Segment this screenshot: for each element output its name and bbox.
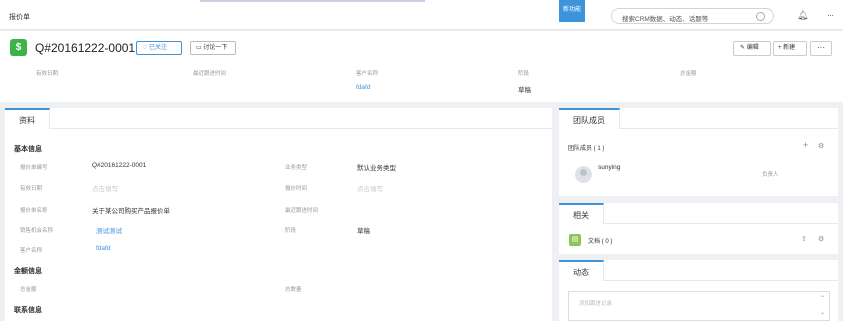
header-field-total-amount: 总金额 [680,69,697,84]
header-field-stage: 阶段 草稿 [518,69,531,94]
global-search-input[interactable]: 搜索CRM数据、动态、话题等 [611,8,774,24]
activity-tabbar: 动态 [559,260,838,281]
activity-panel: 动态 添加跟进记录 ⌃ ⌄ [559,260,838,321]
scroll-up-icon[interactable]: ⌃ [820,295,825,302]
new-button[interactable]: + 新建 [773,41,807,56]
section-amount-info: 金额信息 [14,268,42,275]
discuss-label: 讨论一下 [203,45,228,51]
header-field-customer: 客户名称 fdafd [356,69,378,91]
field-label: 总金额 [20,287,37,293]
upload-icon[interactable]: ⇧ [801,235,807,243]
field-label: 客户名称 [20,248,43,254]
edit-label: 编辑 [746,45,759,51]
related-panel: 相关 ▤ 文档 ( 0 ) ⇧ ⚙ [559,203,838,254]
team-settings-icon[interactable]: ⚙ [818,142,824,150]
header-field-last-followup: 最近跟进时间 [193,69,226,84]
documents-label[interactable]: 文档 ( 0 ) [588,236,612,245]
followup-textarea[interactable]: 添加跟进记录 ⌃ ⌄ [568,291,830,321]
field-label: 最近跟进时间 [285,208,319,214]
team-tabbar: 团队成员 [559,108,838,129]
follow-button[interactable]: ♡ 已关注 [136,41,182,55]
customer-link[interactable]: fdafd [356,84,378,91]
section-basic-info: 基本信息 [14,146,42,153]
business-type-value[interactable]: 默认业务类型 [357,162,396,172]
header-field-valid-date: 有效日期 [36,69,58,84]
member-role: 负责人 [762,172,779,178]
field-label: 阶段 [518,71,530,77]
field-label: 报价单名称 [20,208,48,214]
follow-label: 已关注 [149,45,168,51]
team-panel: 团队成员 团队成员 ( 1 ) + ⚙ sunying 负责人 [559,108,838,196]
field-label: 客户名称 [356,71,379,77]
quote-icon: $ [10,39,27,56]
field-label: 报价单编号 [20,165,48,171]
detail-panel: 资料 基本信息 报价单编号 Q#20161222-0001 业务类型 默认业务类… [5,108,552,321]
page-title: Q#20161222-0001 [35,41,136,55]
field-label: 总数量 [285,287,302,293]
followup-placeholder: 添加跟进记录 [579,301,613,307]
record-header: $ Q#20161222-0001 ♡ 已关注 ▭ 讨论一下 ✎ 编辑 + 新建… [0,31,843,102]
bell-icon[interactable]: 🔔︎ [797,10,808,21]
discuss-button[interactable]: ▭ 讨论一下 [190,41,236,55]
field-label: 最近跟进时间 [193,71,227,77]
customer-name-link[interactable]: fdafd [96,245,110,252]
opportunity-link[interactable]: 测试测试 [96,225,122,235]
field-label: 有效日期 [20,186,43,192]
more-actions-button[interactable]: ··· [810,41,832,56]
top-bar: 报价单 新功能 搜索CRM数据、动态、话题等 🔔︎ ··· [0,0,843,30]
field-label: 报价时间 [285,186,308,192]
section-contact-info: 联系信息 [14,307,42,314]
add-member-icon[interactable]: + [803,140,808,150]
related-tabbar: 相关 [559,203,838,224]
tab-activity[interactable]: 动态 [559,260,604,281]
field-label: 销售机会名称 [20,228,54,234]
breadcrumb[interactable]: 报价单 [9,12,30,22]
new-feature-badge[interactable]: 新功能 [559,0,585,22]
field-label: 阶段 [285,228,297,234]
field-label: 有效日期 [36,71,59,77]
more-icon[interactable]: ··· [827,10,834,20]
tab-info[interactable]: 资料 [5,108,50,129]
quote-number-value: Q#20161222-0001 [92,162,147,169]
document-icon: ▤ [569,234,581,246]
scroll-down-icon[interactable]: ⌄ [820,309,825,316]
search-icon[interactable] [756,12,765,21]
tab-related[interactable]: 相关 [559,203,604,224]
stage-value: 草稿 [357,228,370,235]
team-count: 团队成员 ( 1 ) [568,146,605,152]
tab-team[interactable]: 团队成员 [559,108,620,129]
quote-name-value[interactable]: 关于某公司购买产品报价单 [92,205,170,215]
loading-strip [200,0,425,2]
member-name[interactable]: sunying [598,164,620,171]
search-placeholder: 搜索CRM数据、动态、话题等 [622,16,709,23]
quote-time-input[interactable]: 点击填写 [357,183,383,193]
edit-button[interactable]: ✎ 编辑 [733,41,771,56]
valid-date-input[interactable]: 点击填写 [92,183,118,193]
new-label: 新建 [783,45,796,51]
avatar [575,166,592,183]
field-label: 总金额 [680,71,697,77]
related-settings-icon[interactable]: ⚙ [818,235,824,243]
detail-tabbar: 资料 [5,108,552,129]
field-label: 业务类型 [285,165,308,171]
field-value: 草稿 [518,87,531,94]
